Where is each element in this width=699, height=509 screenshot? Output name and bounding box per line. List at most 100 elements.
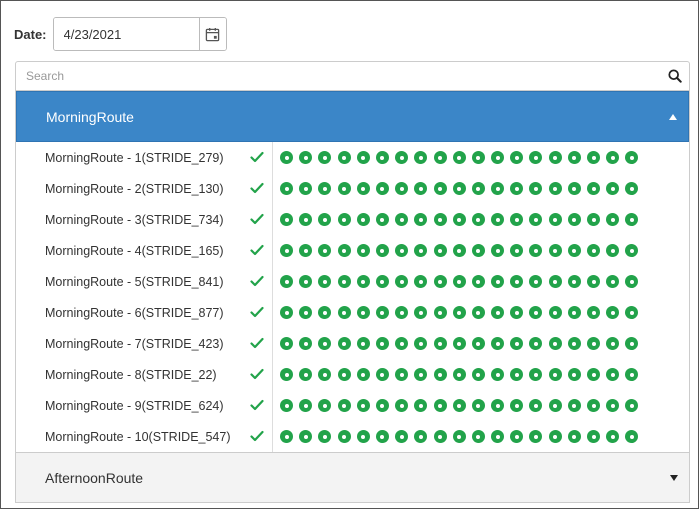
stop-complete-icon[interactable] bbox=[510, 368, 524, 381]
stop-complete-icon[interactable] bbox=[471, 244, 485, 257]
date-input[interactable] bbox=[53, 18, 199, 50]
stop-complete-icon[interactable] bbox=[625, 306, 639, 319]
panel-header-afternoonroute[interactable]: AfternoonRoute bbox=[16, 452, 689, 502]
stop-complete-icon[interactable] bbox=[471, 151, 485, 164]
stop-complete-icon[interactable] bbox=[606, 306, 620, 319]
stop-complete-icon[interactable] bbox=[318, 368, 332, 381]
stop-complete-icon[interactable] bbox=[299, 430, 313, 443]
stop-complete-icon[interactable] bbox=[356, 399, 370, 412]
stop-complete-icon[interactable] bbox=[356, 368, 370, 381]
stop-complete-icon[interactable] bbox=[567, 368, 581, 381]
stop-complete-icon[interactable] bbox=[510, 399, 524, 412]
stop-complete-icon[interactable] bbox=[491, 275, 505, 288]
stop-complete-icon[interactable] bbox=[414, 244, 428, 257]
stop-complete-icon[interactable] bbox=[433, 182, 447, 195]
stop-complete-icon[interactable] bbox=[625, 430, 639, 443]
stop-complete-icon[interactable] bbox=[280, 182, 293, 195]
stop-complete-icon[interactable] bbox=[548, 306, 562, 319]
stop-complete-icon[interactable] bbox=[337, 368, 351, 381]
stop-complete-icon[interactable] bbox=[625, 337, 639, 350]
stop-complete-icon[interactable] bbox=[375, 151, 389, 164]
stop-complete-icon[interactable] bbox=[395, 337, 409, 350]
stop-complete-icon[interactable] bbox=[510, 182, 524, 195]
stop-complete-icon[interactable] bbox=[548, 213, 562, 226]
stop-complete-icon[interactable] bbox=[299, 399, 313, 412]
stop-complete-icon[interactable] bbox=[433, 306, 447, 319]
stop-complete-icon[interactable] bbox=[433, 151, 447, 164]
stop-complete-icon[interactable] bbox=[529, 430, 543, 443]
caret-down-icon[interactable] bbox=[669, 474, 679, 482]
stop-complete-icon[interactable] bbox=[395, 244, 409, 257]
calendar-button[interactable] bbox=[198, 18, 226, 50]
stop-complete-icon[interactable] bbox=[414, 337, 428, 350]
stop-complete-icon[interactable] bbox=[375, 306, 389, 319]
stop-complete-icon[interactable] bbox=[510, 337, 524, 350]
stop-complete-icon[interactable] bbox=[567, 275, 581, 288]
stop-complete-icon[interactable] bbox=[395, 213, 409, 226]
route-row[interactable]: MorningRoute - 9(STRIDE_624) bbox=[16, 390, 689, 421]
stop-complete-icon[interactable] bbox=[299, 244, 313, 257]
stop-complete-icon[interactable] bbox=[567, 399, 581, 412]
stop-complete-icon[interactable] bbox=[510, 306, 524, 319]
stop-complete-icon[interactable] bbox=[606, 244, 620, 257]
route-row[interactable]: MorningRoute - 8(STRIDE_22) bbox=[16, 359, 689, 390]
caret-up-icon[interactable] bbox=[668, 113, 678, 121]
stop-complete-icon[interactable] bbox=[395, 275, 409, 288]
stop-complete-icon[interactable] bbox=[625, 151, 639, 164]
stop-complete-icon[interactable] bbox=[625, 399, 639, 412]
stop-complete-icon[interactable] bbox=[375, 337, 389, 350]
stop-complete-icon[interactable] bbox=[414, 213, 428, 226]
stop-complete-icon[interactable] bbox=[280, 337, 293, 350]
stop-complete-icon[interactable] bbox=[587, 275, 600, 288]
stop-complete-icon[interactable] bbox=[299, 213, 313, 226]
stop-complete-icon[interactable] bbox=[433, 368, 447, 381]
stop-complete-icon[interactable] bbox=[452, 244, 466, 257]
stop-complete-icon[interactable] bbox=[414, 368, 428, 381]
stop-complete-icon[interactable] bbox=[471, 213, 485, 226]
route-row[interactable]: MorningRoute - 4(STRIDE_165) bbox=[16, 235, 689, 266]
stop-complete-icon[interactable] bbox=[606, 275, 620, 288]
stop-complete-icon[interactable] bbox=[280, 306, 293, 319]
stop-complete-icon[interactable] bbox=[587, 151, 600, 164]
stop-complete-icon[interactable] bbox=[606, 182, 620, 195]
stop-complete-icon[interactable] bbox=[395, 182, 409, 195]
stop-complete-icon[interactable] bbox=[587, 244, 600, 257]
stop-complete-icon[interactable] bbox=[567, 337, 581, 350]
stop-complete-icon[interactable] bbox=[280, 430, 293, 443]
stop-complete-icon[interactable] bbox=[433, 337, 447, 350]
route-row[interactable]: MorningRoute - 6(STRIDE_877) bbox=[16, 297, 689, 328]
stop-complete-icon[interactable] bbox=[529, 306, 543, 319]
stop-complete-icon[interactable] bbox=[337, 306, 351, 319]
stop-complete-icon[interactable] bbox=[491, 244, 505, 257]
stop-complete-icon[interactable] bbox=[318, 151, 332, 164]
panel-header-morningroute[interactable]: MorningRoute bbox=[16, 91, 689, 142]
stop-complete-icon[interactable] bbox=[299, 275, 313, 288]
stop-complete-icon[interactable] bbox=[625, 244, 639, 257]
stop-complete-icon[interactable] bbox=[375, 430, 389, 443]
stop-complete-icon[interactable] bbox=[471, 430, 485, 443]
stop-complete-icon[interactable] bbox=[280, 244, 293, 257]
stop-complete-icon[interactable] bbox=[491, 399, 505, 412]
stop-complete-icon[interactable] bbox=[587, 430, 600, 443]
stop-complete-icon[interactable] bbox=[491, 151, 505, 164]
stop-complete-icon[interactable] bbox=[606, 399, 620, 412]
stop-complete-icon[interactable] bbox=[395, 430, 409, 443]
stop-complete-icon[interactable] bbox=[567, 151, 581, 164]
stop-complete-icon[interactable] bbox=[433, 399, 447, 412]
stop-complete-icon[interactable] bbox=[491, 182, 505, 195]
route-row[interactable]: MorningRoute - 3(STRIDE_734) bbox=[16, 204, 689, 235]
stop-complete-icon[interactable] bbox=[587, 399, 600, 412]
stop-complete-icon[interactable] bbox=[587, 306, 600, 319]
stop-complete-icon[interactable] bbox=[433, 430, 447, 443]
stop-complete-icon[interactable] bbox=[471, 275, 485, 288]
route-row[interactable]: MorningRoute - 2(STRIDE_130) bbox=[16, 173, 689, 204]
stop-complete-icon[interactable] bbox=[299, 182, 313, 195]
stop-complete-icon[interactable] bbox=[548, 151, 562, 164]
stop-complete-icon[interactable] bbox=[280, 151, 293, 164]
route-row[interactable]: MorningRoute - 5(STRIDE_841) bbox=[16, 266, 689, 297]
stop-complete-icon[interactable] bbox=[375, 182, 389, 195]
stop-complete-icon[interactable] bbox=[337, 213, 351, 226]
stop-complete-icon[interactable] bbox=[491, 213, 505, 226]
search-button[interactable] bbox=[661, 62, 689, 90]
stop-complete-icon[interactable] bbox=[318, 244, 332, 257]
